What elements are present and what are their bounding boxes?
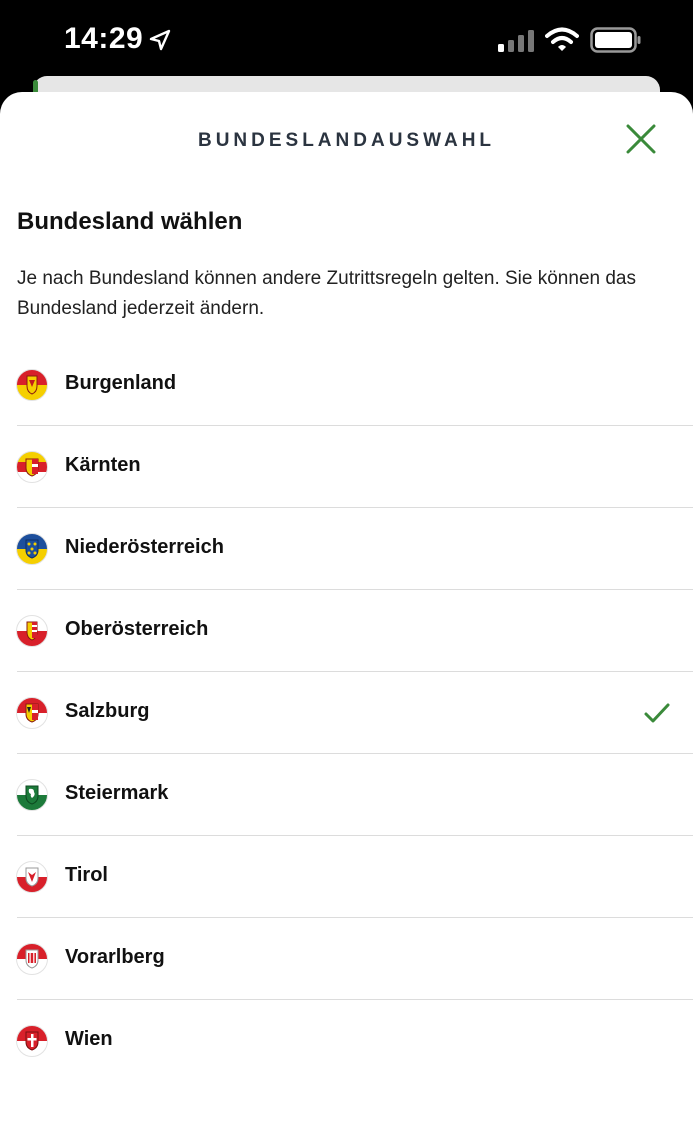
close-icon[interactable]: [620, 118, 662, 160]
state-item-kaernten[interactable]: Kärnten: [0, 426, 693, 508]
oberoesterreich-crest-icon: [16, 615, 48, 647]
checkmark-icon: [644, 703, 670, 723]
description-text: Je nach Bundesland können andere Zutritt…: [17, 268, 636, 319]
status-time: 14:29: [64, 22, 144, 55]
state-label: Steiermark: [65, 782, 169, 804]
state-label: Wien: [65, 1028, 113, 1050]
screen: 14:29 BUNDESLANDAUSWAHL Bundesland wähle…: [0, 0, 693, 1133]
state-label: Niederösterreich: [65, 536, 224, 558]
wien-crest-icon: [16, 1025, 48, 1057]
location-arrow-icon: [149, 29, 171, 51]
niederoesterreich-crest-icon: [16, 533, 48, 565]
wifi-icon: [545, 27, 579, 51]
state-item-oberoesterreich[interactable]: Oberösterreich: [0, 590, 693, 672]
state-item-vorarlberg[interactable]: Vorarlberg: [0, 918, 693, 1000]
battery-icon: [590, 27, 641, 53]
state-label: Vorarlberg: [65, 946, 165, 968]
vorarlberg-crest-icon: [16, 943, 48, 975]
tirol-crest-icon: [16, 861, 48, 893]
state-label: Kärnten: [65, 454, 141, 476]
state-label: Oberösterreich: [65, 618, 209, 640]
state-item-burgenland[interactable]: Burgenland: [0, 344, 693, 426]
bottom-sheet: BUNDESLANDAUSWAHL Bundesland wählen Je n…: [0, 92, 693, 1133]
salzburg-crest-icon: [16, 697, 48, 729]
state-label: Tirol: [65, 864, 108, 886]
state-item-wien[interactable]: Wien: [0, 1000, 693, 1082]
state-item-niederoesterreich[interactable]: Niederösterreich: [0, 508, 693, 590]
status-bar: 14:29: [0, 0, 693, 80]
steiermark-crest-icon: [16, 779, 48, 811]
kaernten-crest-icon: [16, 451, 48, 483]
state-list: Burgenland Kärnten Niederösterreich Ober…: [0, 344, 693, 1082]
state-item-steiermark[interactable]: Steiermark: [0, 754, 693, 836]
sheet-title: BUNDESLANDAUSWAHL: [197, 130, 496, 151]
state-item-tirol[interactable]: Tirol: [0, 836, 693, 918]
state-label: Burgenland: [65, 372, 177, 394]
cellular-signal-icon: [498, 30, 534, 52]
page-heading: Bundesland wählen: [17, 208, 243, 235]
state-label: Salzburg: [65, 700, 150, 722]
state-item-salzburg[interactable]: Salzburg: [0, 672, 693, 754]
burgenland-crest-icon: [16, 369, 48, 401]
